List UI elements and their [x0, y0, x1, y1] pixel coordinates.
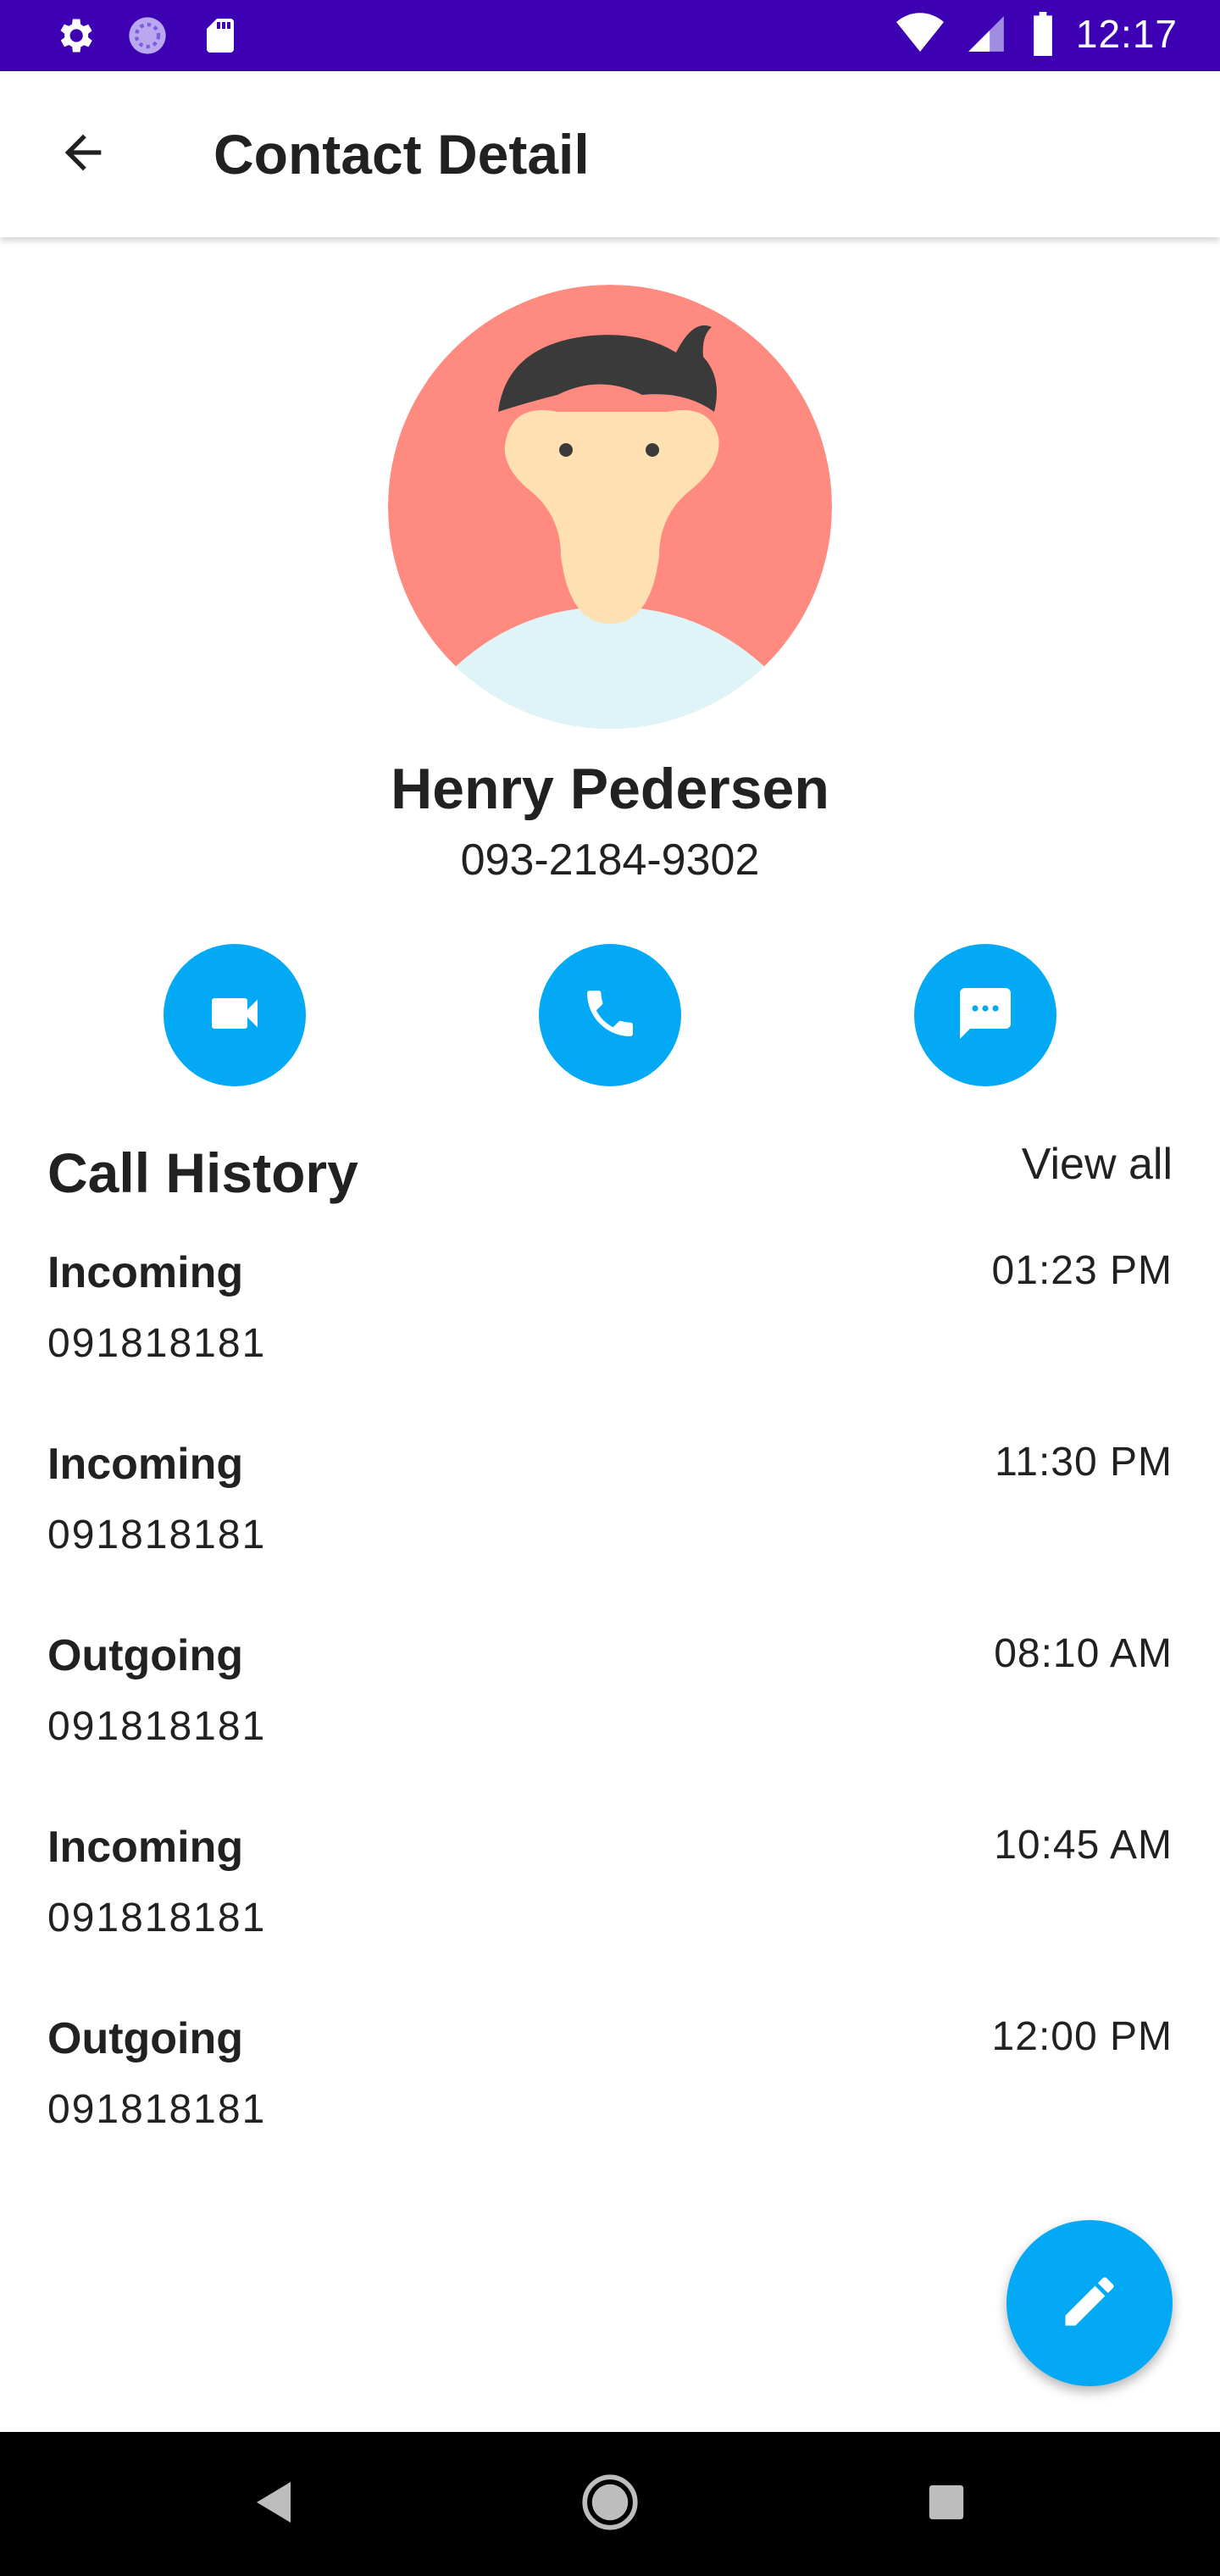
avatar — [388, 285, 832, 729]
call-history-title: Call History — [47, 1141, 358, 1204]
edit-icon — [1057, 2269, 1122, 2338]
battery-icon — [1029, 10, 1057, 58]
arrow-back-icon — [56, 125, 110, 184]
list-item[interactable]: Outgoing 091818181 12:00 PM — [0, 2013, 1220, 2205]
signal-icon — [962, 10, 1010, 58]
nav-back-button[interactable] — [236, 2466, 312, 2542]
call-type: Incoming — [47, 1248, 244, 1297]
list-item[interactable]: Outgoing 091818181 08:10 AM — [0, 1630, 1220, 1822]
status-bar: 12:17 — [0, 0, 1220, 71]
phone-icon — [580, 983, 640, 1048]
navigation-bar — [0, 2432, 1220, 2576]
call-number: 091818181 — [47, 1321, 267, 1366]
list-item[interactable]: Incoming 091818181 01:23 PM — [0, 1247, 1220, 1439]
call-number: 091818181 — [47, 1704, 267, 1749]
call-type: Outgoing — [47, 2014, 244, 2063]
chat-icon — [955, 983, 1016, 1048]
call-number: 091818181 — [47, 1896, 267, 1940]
back-button[interactable] — [42, 114, 124, 195]
nav-recents-button[interactable] — [908, 2466, 984, 2542]
triangle-back-icon — [253, 2480, 294, 2529]
nav-home-button[interactable] — [572, 2466, 648, 2542]
call-time: 01:23 PM — [991, 1248, 1173, 1293]
message-button[interactable] — [914, 944, 1056, 1086]
contact-name: Henry Pedersen — [391, 757, 829, 821]
videocam-icon — [204, 983, 265, 1048]
square-recents-icon — [928, 2484, 965, 2525]
wifi-icon — [896, 10, 944, 58]
call-type: Incoming — [47, 1440, 244, 1489]
call-type: Outgoing — [47, 1631, 244, 1680]
gear-icon — [51, 12, 98, 59]
list-item[interactable]: Incoming 091818181 10:45 AM — [0, 1822, 1220, 2013]
video-call-button[interactable] — [164, 944, 306, 1086]
edit-fab-button[interactable] — [1006, 2220, 1173, 2386]
page-title: Contact Detail — [214, 123, 590, 186]
call-number: 091818181 — [47, 1513, 267, 1557]
call-time: 10:45 AM — [994, 1823, 1173, 1868]
call-time: 08:10 AM — [994, 1631, 1173, 1676]
list-item[interactable]: Incoming 091818181 11:30 PM — [0, 1439, 1220, 1630]
call-button[interactable] — [539, 944, 681, 1086]
contact-phone: 093-2184-9302 — [460, 836, 760, 885]
app-bar: Contact Detail — [0, 71, 1220, 237]
view-all-link[interactable]: View all — [1022, 1139, 1173, 1190]
call-number: 091818181 — [47, 2087, 267, 2132]
sync-icon — [124, 12, 171, 59]
status-time: 12:17 — [1075, 12, 1178, 56]
circle-home-icon — [581, 2473, 639, 2535]
call-time: 11:30 PM — [995, 1440, 1173, 1485]
sd-card-icon — [197, 12, 244, 59]
call-time: 12:00 PM — [991, 2014, 1173, 2059]
call-type: Incoming — [47, 1823, 244, 1872]
